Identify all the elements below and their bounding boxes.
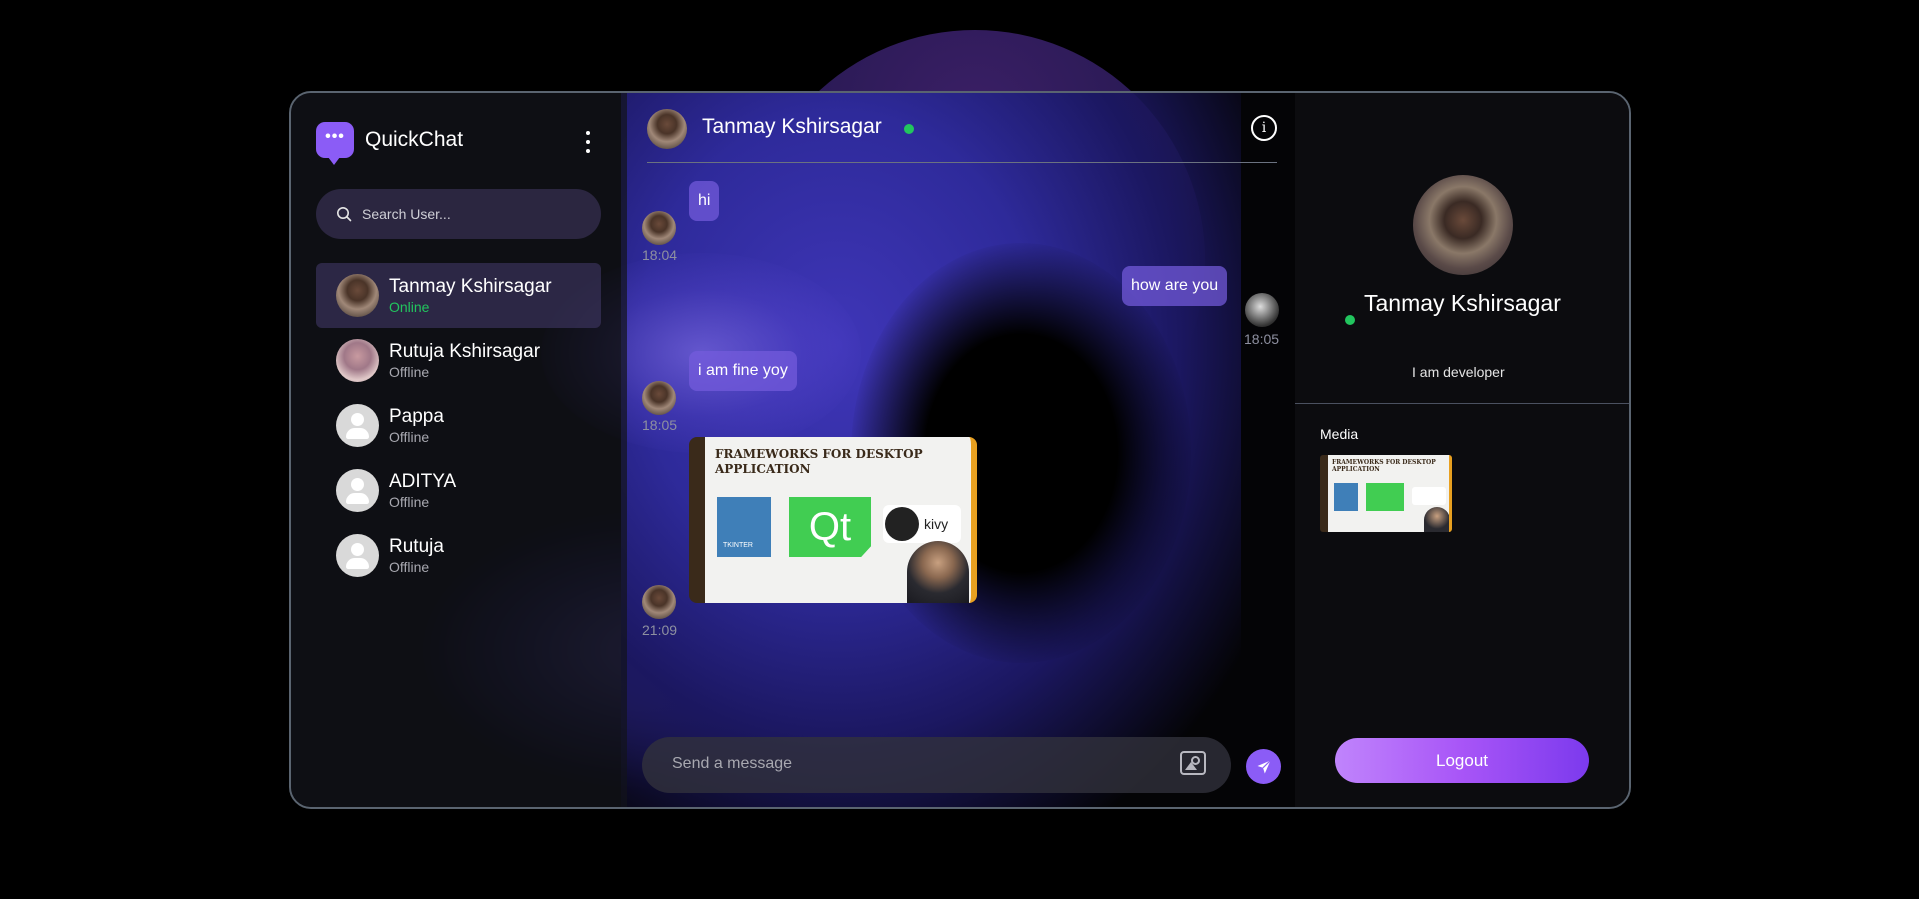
online-status-dot — [904, 124, 914, 134]
user-name: Pappa — [389, 405, 444, 427]
chat-header: Tanmay Kshirsagar i — [647, 109, 1277, 163]
message-bubble: how are you — [1122, 266, 1228, 306]
user-list-item[interactable]: Pappa Offline — [316, 393, 601, 458]
image-upload-icon[interactable] — [1180, 751, 1206, 775]
divider — [1295, 403, 1629, 404]
avatar — [1245, 293, 1279, 327]
message-incoming: i am fine yoy — [689, 351, 797, 391]
message-time: 18:04 — [642, 247, 678, 263]
info-icon[interactable]: i — [1251, 115, 1277, 141]
message-time: 18:05 — [642, 417, 678, 433]
media-heading: Media — [1320, 426, 1359, 442]
user-name: Rutuja — [389, 535, 444, 557]
send-icon — [1257, 759, 1271, 773]
message-time: 18:05 — [1244, 331, 1280, 347]
profile-bio: I am developer — [1412, 364, 1505, 380]
user-name: ADITYA — [389, 470, 457, 492]
user-list-item[interactable]: Rutuja Kshirsagar Offline — [316, 328, 601, 393]
more-menu-icon[interactable] — [584, 131, 592, 153]
send-button[interactable] — [1246, 749, 1281, 784]
user-status: Offline — [389, 428, 430, 445]
chat-contact-name: Tanmay Kshirsagar — [702, 115, 882, 138]
sidebar: ••• QuickChat Tanmay Kshirsagar Online R… — [291, 93, 627, 807]
avatar — [336, 274, 379, 317]
profile-name: Tanmay Kshirsagar — [1364, 290, 1561, 316]
media-thumbnail-title: FRAMEWORKS FOR DESKTOP APPLICATION — [1332, 459, 1436, 473]
message-input[interactable] — [672, 755, 1152, 773]
user-list-item[interactable]: Rutuja Offline — [316, 523, 601, 588]
avatar — [336, 339, 379, 382]
default-avatar-icon — [336, 404, 379, 447]
avatar — [642, 381, 676, 415]
message-image[interactable]: FRAMEWORKS FOR DESKTOP APPLICATION Qt ki… — [689, 437, 977, 603]
message-composer — [642, 737, 1231, 793]
kivy-label: kivy — [924, 516, 949, 532]
presenter-photo — [907, 541, 969, 603]
logout-button[interactable]: Logout — [1335, 738, 1589, 783]
message-time: 21:09 — [642, 622, 678, 638]
profile-avatar — [1413, 175, 1513, 275]
logo-dots: ••• — [325, 127, 345, 145]
user-list-item[interactable]: ADITYA Offline — [316, 458, 601, 523]
avatar — [642, 585, 676, 619]
python-logo-icon — [717, 497, 771, 557]
online-status-dot — [1345, 315, 1355, 325]
app-name: QuickChat — [365, 128, 464, 151]
user-status: Offline — [389, 493, 430, 510]
user-list-item[interactable]: Tanmay Kshirsagar Online — [316, 263, 601, 328]
default-avatar-icon — [336, 469, 379, 512]
message-incoming: hi — [689, 181, 720, 221]
user-list: Tanmay Kshirsagar Online Rutuja Kshirsag… — [316, 263, 601, 588]
user-status: Offline — [389, 363, 430, 380]
message-bubble: hi — [689, 181, 720, 221]
user-status: Offline — [389, 558, 430, 575]
avatar — [642, 211, 676, 245]
kivy-logo-icon: kivy — [883, 505, 961, 543]
message-bubble: i am fine yoy — [689, 351, 797, 391]
search-input[interactable] — [362, 206, 582, 222]
chat-bubble-logo-icon: ••• — [316, 122, 354, 165]
user-name: Rutuja Kshirsagar — [389, 340, 541, 362]
search-box — [316, 189, 601, 239]
image-title: FRAMEWORKS FOR DESKTOP APPLICATION — [715, 447, 923, 476]
qt-logo-icon: Qt — [789, 497, 871, 557]
user-status: Online — [389, 298, 430, 315]
avatar — [647, 109, 687, 149]
default-avatar-icon — [336, 534, 379, 577]
app-window: ••• QuickChat Tanmay Kshirsagar Online R… — [289, 91, 1631, 809]
profile-panel: Tanmay Kshirsagar I am developer Media F… — [1295, 93, 1629, 807]
brand: ••• QuickChat — [316, 122, 464, 165]
media-thumbnail[interactable]: FRAMEWORKS FOR DESKTOP APPLICATION — [1320, 455, 1452, 532]
search-icon — [337, 207, 352, 222]
user-name: Tanmay Kshirsagar — [389, 275, 552, 297]
message-outgoing: how are you — [1122, 266, 1228, 306]
